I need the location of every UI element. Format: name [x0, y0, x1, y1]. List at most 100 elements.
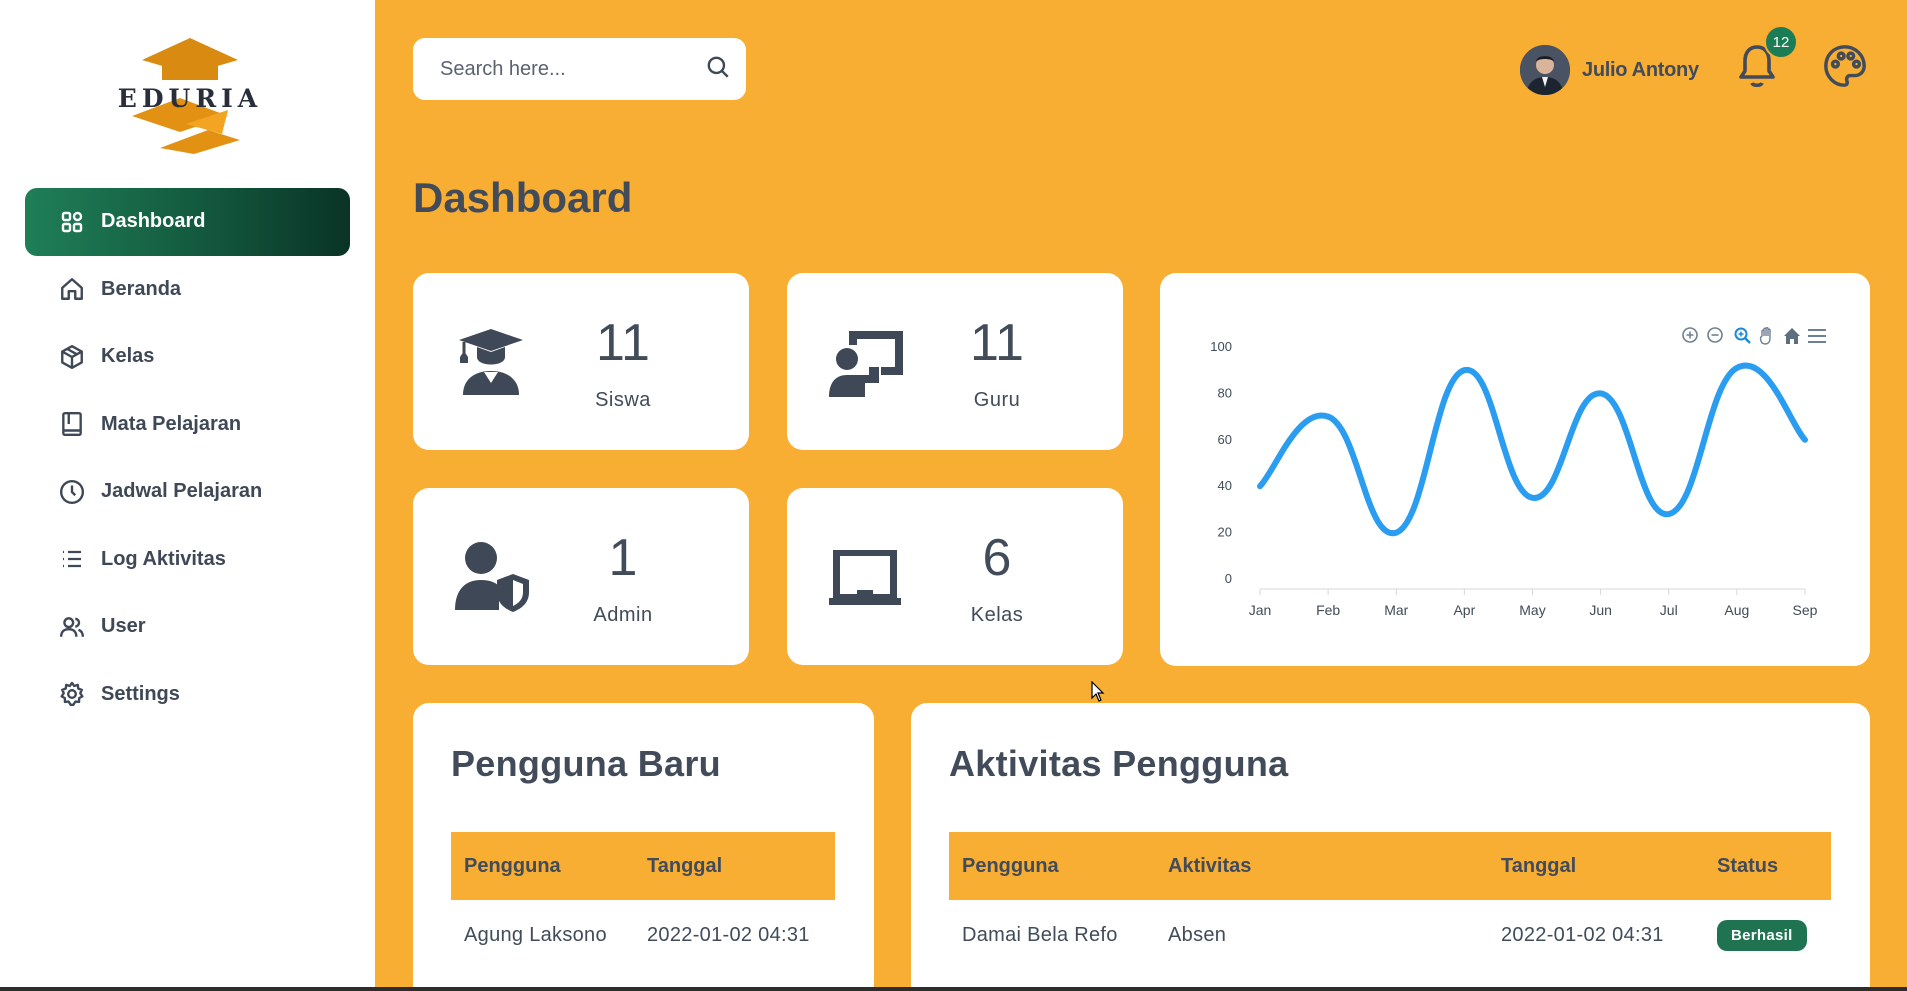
stat-value: 11	[596, 314, 650, 372]
chart-card: 0 20 40 60 80 100 Jan Feb Mar Apr May Jun Jul Aug Sep	[1160, 273, 1870, 666]
y-tick-label: 40	[1218, 478, 1232, 493]
stat-card-siswa[interactable]: 11 Siswa	[413, 273, 749, 450]
users-icon	[59, 614, 85, 640]
new-users-table: Pengguna Tanggal Agung Laksono 2022-01-0…	[451, 832, 835, 970]
table-header-row: Pengguna Aktivitas Tanggal Status	[949, 832, 1831, 900]
x-tick-label: May	[1519, 602, 1545, 618]
sidebar: EDURIA Dashboard Beranda Kelas Mata Pela…	[0, 0, 375, 991]
page-title: Dashboard	[413, 174, 633, 221]
zoom-in-icon[interactable]	[1682, 327, 1698, 343]
stat-label: Siswa	[595, 389, 651, 411]
stat-value: 1	[608, 529, 638, 587]
sidebar-item-label: Log Aktivitas	[101, 547, 226, 570]
notification-badge: 12	[1764, 25, 1798, 59]
x-tick-label: Jan	[1249, 602, 1272, 618]
stat-label: Kelas	[970, 604, 1024, 626]
eduria-logo[interactable]: EDURIA	[110, 36, 270, 154]
cell-aktivitas: Absen	[1168, 923, 1227, 946]
x-tick-label: Feb	[1316, 602, 1340, 618]
sidebar-item-label: Mata Pelajaran	[101, 412, 242, 435]
zoom-select-icon[interactable]	[1734, 327, 1751, 344]
clock-icon	[59, 479, 85, 505]
series-line	[1257, 362, 1808, 536]
y-tick-label: 100	[1210, 339, 1232, 354]
mouse-cursor-icon	[1091, 680, 1105, 708]
column-header-tanggal[interactable]: Tanggal	[1488, 832, 1704, 900]
stat-label: Admin	[593, 604, 653, 626]
user-profile[interactable]: Julio Antony	[1520, 44, 1699, 96]
stat-card-admin[interactable]: 1 Admin	[413, 488, 749, 665]
sidebar-item-dashboard[interactable]: Dashboard	[25, 188, 350, 256]
user-activity-panel: Aktivitas Pengguna Pengguna Aktivitas Ta…	[911, 703, 1870, 991]
sidebar-item-user[interactable]: User	[25, 593, 350, 661]
logo-text: EDURIA	[117, 84, 263, 113]
admin-shield-icon	[453, 538, 529, 614]
column-header-status[interactable]: Status	[1704, 832, 1831, 900]
x-tick-label: Jul	[1660, 602, 1678, 618]
reset-home-icon[interactable]	[1784, 328, 1800, 344]
menu-icon[interactable]	[1808, 329, 1826, 343]
sidebar-item-jadwal-pelajaran[interactable]: Jadwal Pelajaran	[25, 458, 350, 526]
x-tick-label: Sep	[1793, 602, 1818, 618]
new-users-panel: Pengguna Baru Pengguna Tanggal Agung Lak…	[413, 703, 874, 991]
palette-icon[interactable]	[1822, 43, 1868, 89]
sidebar-item-label: Dashboard	[101, 210, 206, 233]
column-header-aktivitas[interactable]: Aktivitas	[1155, 832, 1488, 900]
column-header-pengguna[interactable]: Pengguna	[949, 832, 1155, 900]
y-tick-label: 0	[1225, 571, 1232, 586]
x-tick-label: Apr	[1453, 602, 1475, 618]
sidebar-item-label: Jadwal Pelajaran	[101, 480, 263, 503]
teacher-icon	[827, 323, 903, 399]
column-header-tanggal[interactable]: Tanggal	[634, 832, 835, 900]
sidebar-item-settings[interactable]: Settings	[25, 661, 350, 729]
table-row[interactable]: Agung Laksono 2022-01-02 04:31	[451, 900, 835, 970]
sidebar-item-log-aktivitas[interactable]: Log Aktivitas	[25, 526, 350, 594]
cell-pengguna: Damai Bela Refo	[962, 923, 1118, 946]
stat-value: 6	[982, 529, 1012, 587]
box-icon	[59, 344, 85, 370]
status-badge: Berhasil	[1717, 919, 1807, 951]
search-icon[interactable]	[705, 54, 731, 85]
line-chart[interactable]: 0 20 40 60 80 100 Jan Feb Mar Apr May Jun Jul Aug Sep	[1160, 273, 1870, 666]
cell-status: Berhasil	[1704, 900, 1831, 970]
sidebar-item-label: User	[101, 615, 146, 638]
window-bottom-edge	[0, 987, 1907, 991]
cell-pengguna: Agung Laksono	[464, 923, 607, 946]
stat-value: 11	[970, 314, 1024, 372]
list-icon	[59, 546, 85, 572]
classroom-board-icon	[827, 538, 903, 614]
user-name[interactable]: Julio Antony	[1582, 59, 1699, 82]
activity-table: Pengguna Aktivitas Tanggal Status Damai …	[949, 832, 1831, 970]
sidebar-item-beranda[interactable]: Beranda	[25, 256, 350, 324]
avatar[interactable]	[1520, 45, 1570, 95]
y-tick-label: 60	[1218, 432, 1232, 447]
dashboard-grid-icon	[59, 209, 85, 235]
table-header-row: Pengguna Tanggal	[451, 832, 835, 900]
search-input[interactable]	[440, 57, 705, 81]
book-icon	[59, 411, 85, 437]
pan-hand-icon[interactable]	[1759, 327, 1771, 345]
x-tick-label: Jun	[1589, 602, 1612, 618]
home-icon	[59, 276, 85, 302]
x-tick-label: Aug	[1724, 602, 1749, 618]
sidebar-item-mata-pelajaran[interactable]: Mata Pelajaran	[25, 391, 350, 459]
column-header-pengguna[interactable]: Pengguna	[451, 832, 634, 900]
panel-title: Aktivitas Pengguna	[949, 743, 1289, 784]
table-row[interactable]: Damai Bela Refo Absen 2022-01-02 04:31 B…	[949, 900, 1831, 970]
graduate-icon	[453, 323, 529, 399]
x-tick-label: Mar	[1384, 602, 1408, 618]
stat-label: Guru	[973, 389, 1021, 411]
sidebar-item-kelas[interactable]: Kelas	[25, 323, 350, 391]
cell-tanggal: 2022-01-02 04:31	[1501, 923, 1664, 946]
stat-card-guru[interactable]: 11 Guru	[787, 273, 1123, 450]
y-tick-label: 20	[1218, 525, 1232, 540]
sidebar-item-label: Settings	[101, 682, 180, 705]
sidebar-item-label: Beranda	[101, 277, 182, 300]
stat-card-kelas[interactable]: 6 Kelas	[787, 488, 1123, 665]
cell-tanggal: 2022-01-02 04:31	[647, 923, 810, 946]
sidebar-item-label: Kelas	[101, 345, 155, 368]
y-tick-label: 80	[1218, 385, 1232, 400]
zoom-out-icon[interactable]	[1707, 327, 1723, 343]
panel-title: Pengguna Baru	[451, 743, 721, 784]
sidebar-nav: Dashboard Beranda Kelas Mata Pelajaran J…	[25, 188, 350, 728]
